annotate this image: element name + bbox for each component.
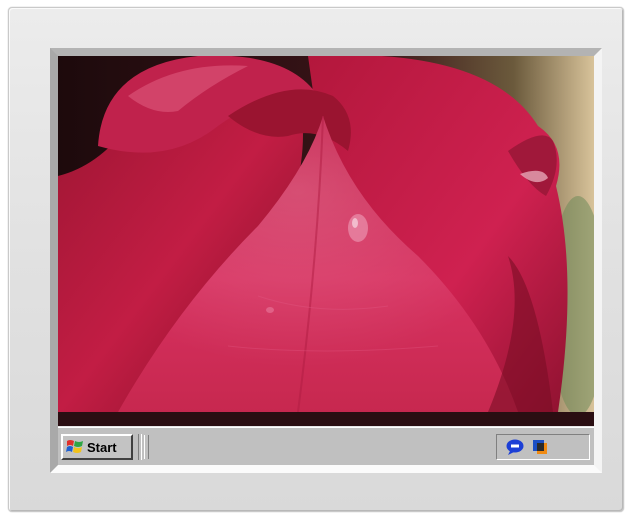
taskbar-divider	[138, 434, 142, 460]
start-button[interactable]: Start	[61, 434, 133, 460]
screen-frame: Start	[50, 48, 602, 473]
taskbar: Start	[58, 426, 594, 465]
windows-flag-icon	[66, 440, 83, 453]
system-tray	[496, 434, 590, 460]
network-icon[interactable]	[530, 438, 550, 456]
rose-wallpaper	[58, 56, 594, 412]
taskbar-grip[interactable]	[144, 435, 149, 459]
start-label: Start	[87, 439, 117, 455]
monitor-bezel: Start	[8, 7, 624, 512]
speech-bubble-icon[interactable]	[505, 438, 525, 456]
desktop-screen: Start	[58, 56, 594, 465]
